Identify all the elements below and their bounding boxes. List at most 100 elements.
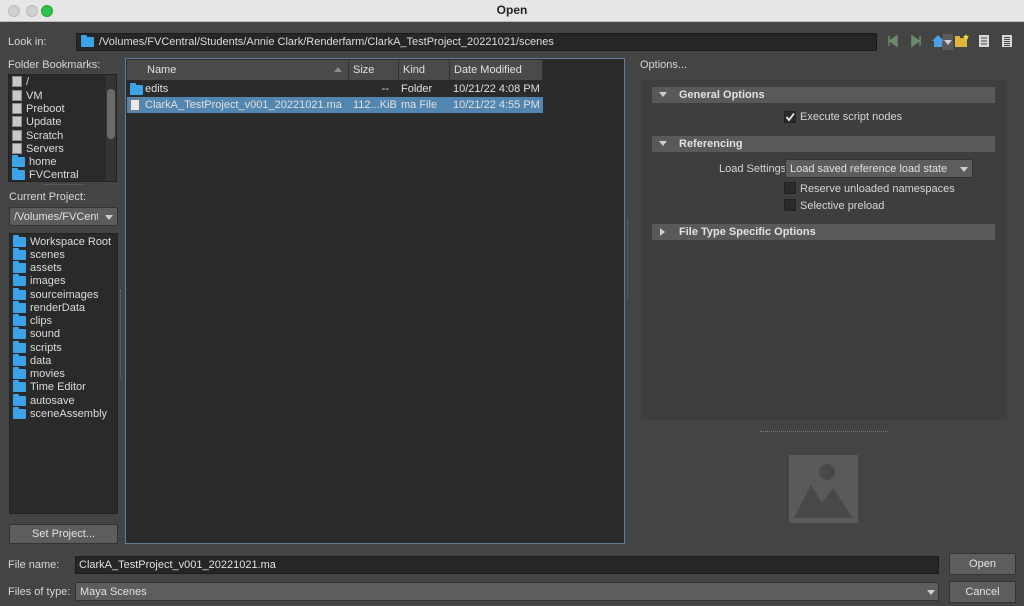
chevron-down-icon	[927, 590, 935, 595]
execute-script-nodes-label: Execute script nodes	[800, 111, 903, 123]
look-in-path: /Volumes/FVCentral/Students/Annie Clark/…	[99, 36, 554, 48]
folder-icon	[13, 287, 26, 300]
splitter-handle[interactable]	[44, 184, 84, 186]
sort-ascending-icon	[334, 67, 342, 72]
bookmark-item[interactable]: /	[12, 75, 29, 88]
project-folder-item[interactable]: scenes	[13, 247, 65, 261]
file-row[interactable]: edits -- Folder 10/21/22 4:08 PM	[127, 81, 543, 97]
chevron-down-icon	[659, 92, 667, 97]
reserve-unloaded-namespaces-checkbox[interactable]	[784, 182, 796, 194]
splitter-handle[interactable]	[120, 290, 122, 380]
options-panel	[641, 80, 1007, 420]
current-project-label: Current Project:	[9, 191, 87, 203]
folder-icon	[130, 83, 143, 95]
folder-icon	[13, 366, 26, 379]
project-folder-item[interactable]: images	[13, 273, 65, 287]
file-name: ClarkA_TestProject_v001_20221021.ma	[145, 99, 342, 111]
detail-view-icon[interactable]	[1000, 34, 1014, 48]
project-folder-item[interactable]: sourceimages	[13, 287, 98, 301]
project-folder-item[interactable]: scripts	[13, 340, 62, 354]
project-folder-item[interactable]: sceneAssembly	[13, 406, 107, 420]
project-folder-item[interactable]: renderData	[13, 300, 85, 314]
window-title: Open	[496, 3, 528, 17]
file-kind: ma File	[401, 99, 438, 111]
file-type-specific-options-section-header[interactable]: File Type Specific Options	[652, 224, 995, 240]
execute-script-nodes-checkbox[interactable]	[784, 111, 796, 123]
project-folder-item[interactable]: movies	[13, 366, 65, 380]
open-button[interactable]: Open	[949, 553, 1016, 575]
bookmark-item[interactable]: Scratch	[12, 129, 63, 142]
scrollbar-thumb[interactable]	[107, 89, 115, 139]
bookmarks-list: / VM Preboot Update Scratch Servers home…	[8, 74, 117, 182]
drive-icon	[12, 76, 22, 87]
forward-icon[interactable]	[909, 34, 923, 48]
list-view-icon[interactable]	[977, 34, 991, 48]
folder-icon	[13, 260, 26, 273]
load-settings-select[interactable]: Load saved reference load state	[785, 159, 973, 178]
project-folder-item[interactable]: data	[13, 353, 51, 367]
files-of-type-select[interactable]: Maya Scenes	[75, 582, 939, 601]
drive-icon	[12, 116, 22, 127]
checkmark-icon	[785, 112, 795, 122]
column-header-kind[interactable]: Kind	[399, 60, 450, 80]
splitter-handle[interactable]	[627, 220, 629, 300]
file-name-label: File name:	[8, 559, 60, 571]
file-name-input[interactable]: ClarkA_TestProject_v001_20221021.ma	[75, 556, 939, 574]
project-folder-item[interactable]: sound	[13, 326, 60, 340]
selective-preload-checkbox[interactable]	[784, 199, 796, 211]
maya-file-icon	[130, 99, 140, 111]
load-settings-value: Load saved reference load state	[790, 163, 948, 175]
project-folder-item[interactable]: clips	[13, 313, 52, 327]
files-of-type-label: Files of type:	[8, 586, 71, 598]
referencing-section-header[interactable]: Referencing	[652, 136, 995, 152]
folder-icon	[13, 353, 26, 366]
file-row-selected[interactable]: ClarkA_TestProject_v001_20221021.ma 112.…	[127, 97, 543, 113]
folder-icon	[13, 406, 26, 419]
file-date: 10/21/22 4:55 PM	[453, 99, 540, 111]
folder-bookmarks-label: Folder Bookmarks:	[8, 59, 101, 71]
project-folder-item[interactable]: Workspace Root	[13, 234, 111, 248]
reserve-unloaded-namespaces-label: Reserve unloaded namespaces	[800, 183, 955, 195]
column-header-size[interactable]: Size	[349, 60, 399, 80]
folder-icon	[13, 340, 26, 353]
drive-icon	[12, 90, 22, 101]
project-folder-item[interactable]: Time Editor	[13, 379, 86, 393]
file-size: 112...KiB	[353, 99, 397, 111]
folder-icon	[13, 393, 26, 406]
bookmark-item[interactable]: Servers	[12, 142, 64, 155]
column-header-name[interactable]: Name	[127, 60, 349, 80]
look-in-path-field[interactable]: /Volumes/FVCentral/Students/Annie Clark/…	[76, 33, 953, 51]
current-project-value: /Volumes/FVCentral/Students/Annie Clark/…	[14, 211, 98, 223]
folder-icon	[13, 247, 26, 260]
folder-icon	[13, 379, 26, 392]
folder-icon	[81, 35, 94, 47]
image-preview-icon	[789, 455, 858, 523]
splitter-handle[interactable]	[760, 431, 888, 433]
file-kind: Folder	[401, 83, 433, 95]
current-project-select[interactable]: /Volumes/FVCentral/Students/Annie Clark/…	[9, 207, 118, 226]
folder-icon	[12, 154, 25, 167]
new-folder-icon[interactable]	[954, 34, 969, 48]
chevron-down-icon	[105, 215, 113, 220]
general-options-section-header[interactable]: General Options	[652, 87, 995, 103]
project-folder-item[interactable]: autosave	[13, 393, 75, 407]
folder-icon	[13, 300, 26, 313]
look-in-label: Look in:	[8, 36, 47, 48]
set-project-button[interactable]: Set Project...	[9, 524, 118, 544]
bookmark-item[interactable]: Preboot	[12, 102, 65, 115]
column-header-date-modified[interactable]: Date Modified	[450, 60, 543, 80]
cancel-button[interactable]: Cancel	[949, 581, 1016, 603]
bookmark-item[interactable]: Update	[12, 115, 61, 128]
title-bar: Open	[0, 0, 1024, 22]
files-of-type-value: Maya Scenes	[80, 586, 147, 598]
home-icon[interactable]	[931, 34, 945, 48]
back-icon[interactable]	[886, 34, 900, 48]
load-settings-label: Load Settings	[719, 163, 787, 175]
bookmark-item[interactable]: VM	[12, 89, 43, 102]
file-list: Name Size Kind Date Modified edits -- Fo…	[125, 58, 625, 544]
bookmarks-scrollbar[interactable]	[106, 75, 116, 181]
bookmark-item[interactable]: home	[12, 154, 57, 168]
file-date: 10/21/22 4:08 PM	[453, 83, 540, 95]
bookmark-item[interactable]: FVCentral	[12, 167, 79, 181]
project-folder-item[interactable]: assets	[13, 260, 62, 274]
